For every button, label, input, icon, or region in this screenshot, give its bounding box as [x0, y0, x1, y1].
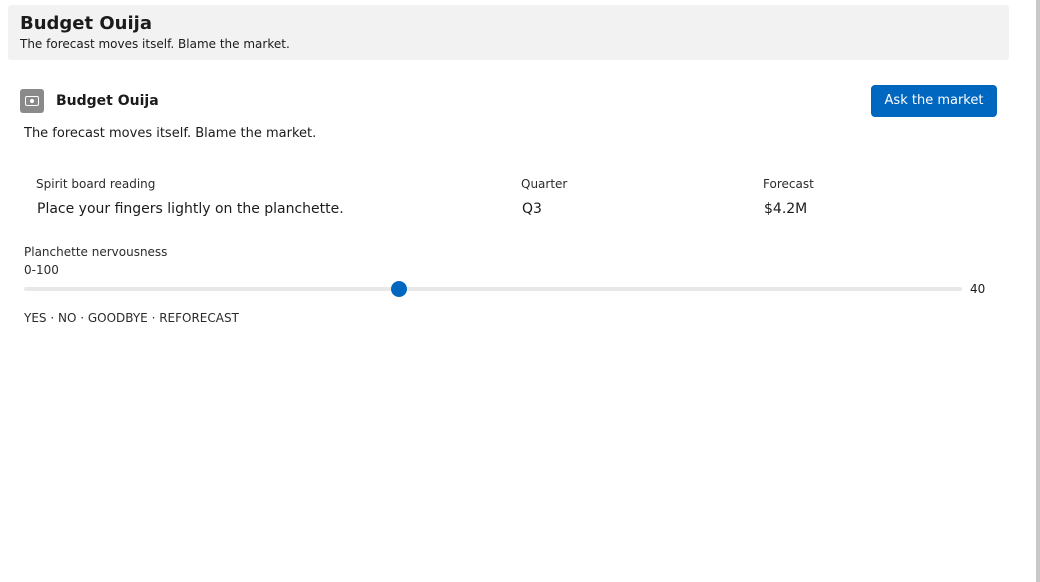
panel-description: The forecast moves itself. Blame the mar…	[24, 126, 317, 141]
page-header: Budget Ouija The forecast moves itself. …	[8, 5, 1009, 60]
forecast-label: Forecast	[763, 177, 814, 191]
page-subtitle: The forecast moves itself. Blame the mar…	[20, 37, 290, 51]
slider-range-text: 0-100	[24, 263, 59, 277]
panel-title: Budget Ouija	[56, 93, 159, 109]
ouija-answers: YES · NO · GOODBYE · REFORECAST	[24, 311, 239, 325]
quarter-value: Q3	[522, 201, 542, 217]
cash-icon	[20, 89, 44, 113]
planchette-nervousness-slider[interactable]	[24, 281, 962, 297]
window-scrollbar[interactable]	[1036, 0, 1040, 582]
spirit-board-reading-label: Spirit board reading	[36, 177, 156, 191]
ask-the-market-button[interactable]: Ask the market	[871, 85, 997, 117]
slider-value: 40	[970, 282, 986, 296]
quarter-label: Quarter	[521, 177, 568, 191]
spirit-board-reading-value: Place your fingers lightly on the planch…	[37, 201, 344, 217]
forecast-value: $4.2M	[764, 201, 808, 217]
slider-thumb[interactable]	[391, 281, 408, 297]
planchette-nervousness-label: Planchette nervousness	[24, 245, 168, 259]
page-title: Budget Ouija	[20, 13, 152, 34]
